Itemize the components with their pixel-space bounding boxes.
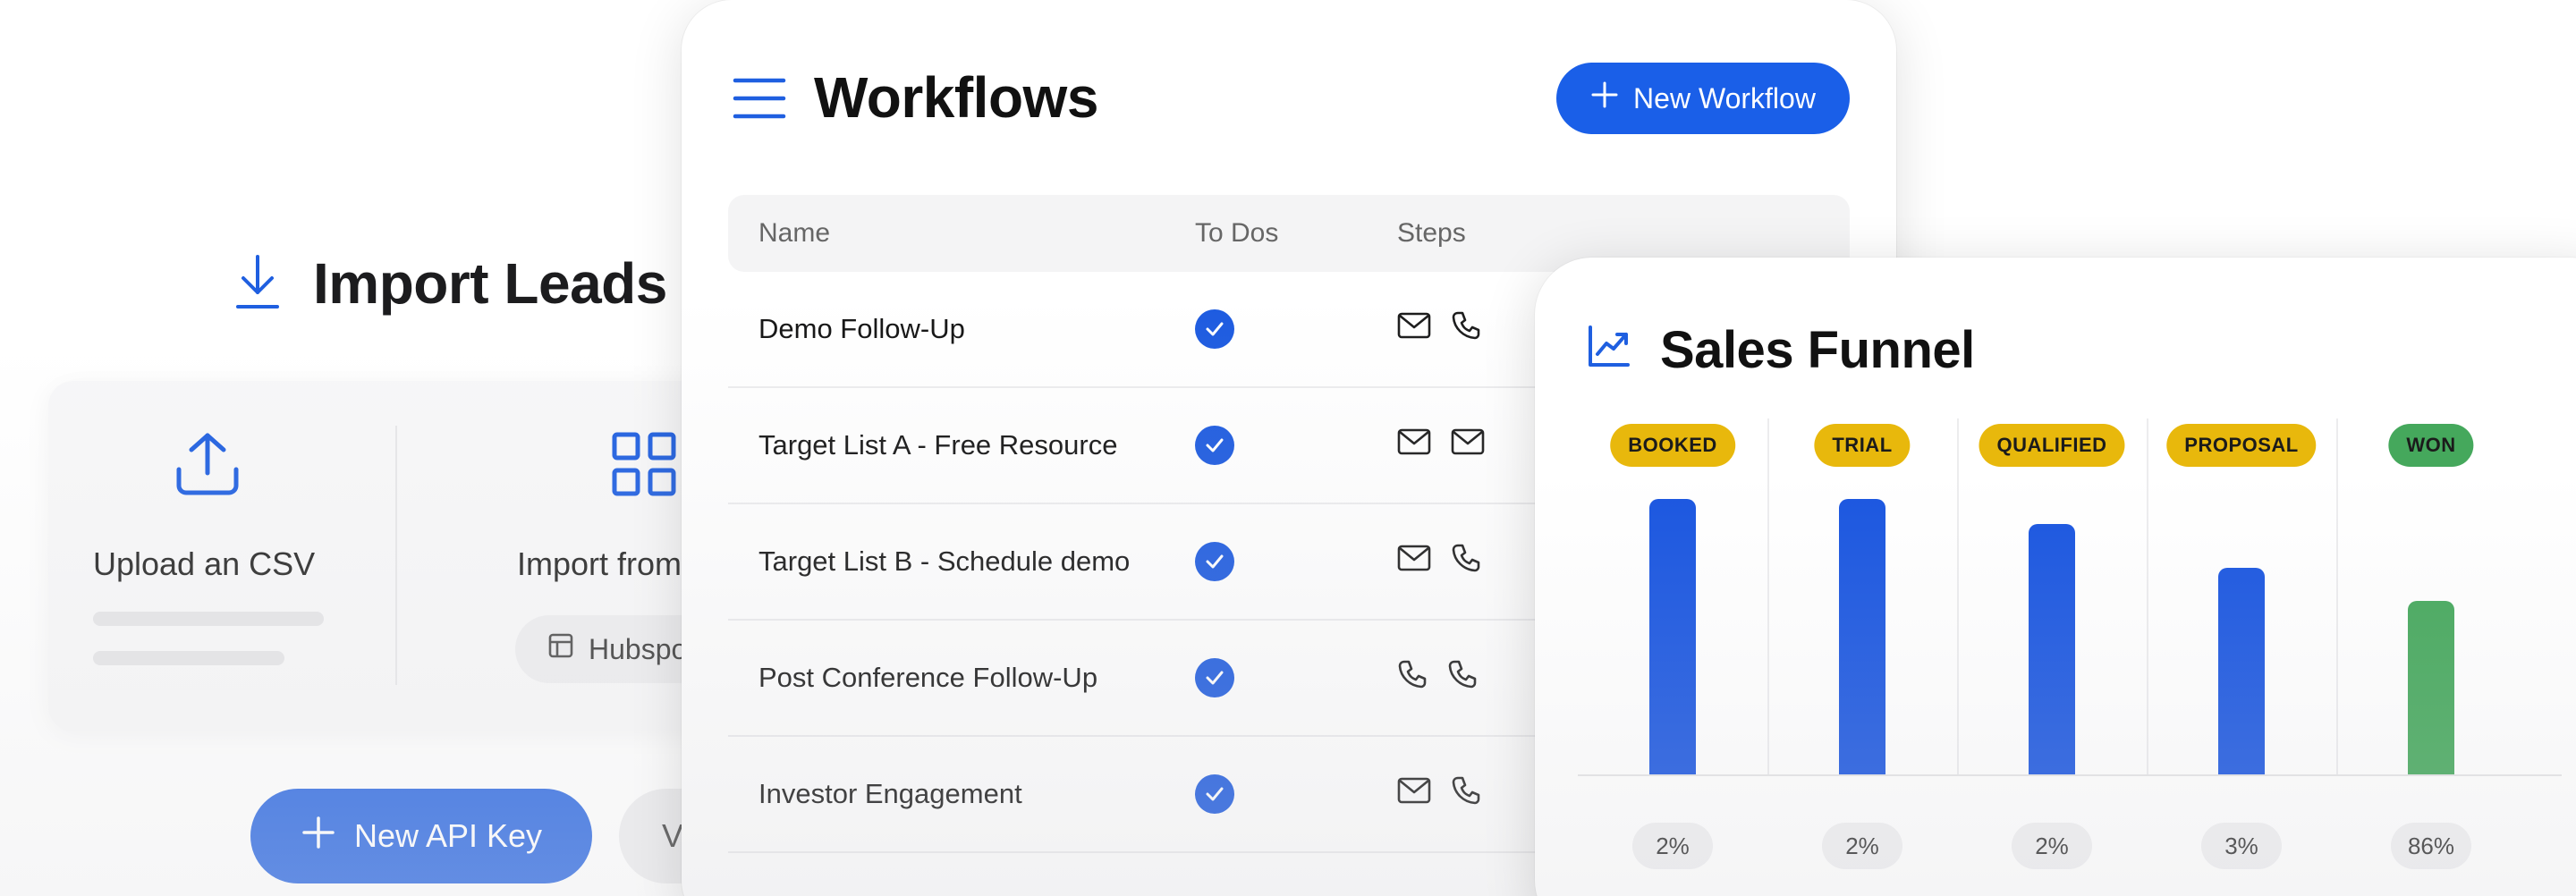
workflows-title: Workflows [814,65,1098,130]
phone-icon [1447,659,1478,697]
import-leads-header: Import Leads [234,250,667,317]
column-header-todos[interactable]: To Dos [1181,218,1395,249]
secondary-button-label: V [662,817,684,854]
crm-select-value: Hubspot [589,632,696,665]
chart-baseline [1578,774,2562,776]
workflow-name: Post Conference Follow-Up [758,662,1098,693]
phone-icon [1451,775,1481,813]
funnel-bar[interactable] [2029,523,2075,774]
new-workflow-button[interactable]: New Workflow [1556,63,1850,134]
todo-cell [1181,309,1395,349]
column-separator [1767,418,1769,774]
check-circle-icon[interactable] [1195,426,1234,465]
column-separator [1957,418,1959,774]
conversion-percent: 86% [2391,823,2471,869]
stage-badge: QUALIFIED [1979,424,2125,467]
workflow-name: Target List A - Free Resource [758,429,1118,461]
marketing-screenshot: Import Leads Upload an CSV Import from C… [0,0,2576,896]
new-workflow-label: New Workflow [1633,81,1816,114]
stage-badge: TRIAL [1814,424,1911,467]
phone-icon [1451,310,1481,348]
workflow-name: Demo Follow-Up [758,313,965,344]
phone-icon [1397,659,1428,697]
upload-icon [174,430,242,503]
column-header-steps[interactable]: Steps [1395,218,1850,249]
stage-badge: BOOKED [1610,424,1735,467]
check-circle-icon[interactable] [1195,658,1234,697]
todo-cell [1181,542,1395,581]
phone-icon [1451,543,1481,580]
import-options-card: Upload an CSV Import from C Hubspot [48,381,782,731]
mail-icon [1451,428,1485,462]
sales-funnel-card: Sales Funnel BOOKED 2% TRIAL 2% QUALIFIED 2% P… [1535,258,2576,896]
new-api-key-button[interactable]: New API Key [250,789,592,883]
import-leads-title: Import Leads [313,251,667,316]
column-separator [2336,418,2338,774]
upload-csv-label: Upload an CSV [93,545,316,582]
upload-csv-option[interactable]: Upload an CSV [48,381,397,731]
funnel-bar[interactable] [2218,568,2265,774]
download-icon [234,253,281,315]
stage-badge: WON [2388,424,2474,467]
conversion-percent: 3% [2201,823,2282,869]
funnel-bar[interactable] [2408,600,2454,774]
todo-cell [1181,426,1395,465]
funnel-chart: BOOKED 2% TRIAL 2% QUALIFIED 2% PROPOSAL 3% WON 8… [1578,418,2562,883]
funnel-bar[interactable] [1839,499,1885,774]
layout-icon [547,632,574,666]
mail-icon [1397,428,1431,462]
mail-icon [1397,545,1431,579]
new-api-key-label: New API Key [353,817,543,854]
check-circle-icon[interactable] [1195,774,1234,814]
todo-cell [1181,774,1395,814]
workflow-name: Target List B - Schedule demo [758,545,1131,577]
workflow-name: Investor Engagement [758,778,1022,809]
todo-cell [1181,658,1395,697]
mail-icon [1397,312,1431,346]
plus-icon [301,815,336,858]
skeleton-line [93,612,324,626]
conversion-percent: 2% [1632,823,1713,869]
trending-up-icon [1587,324,1631,373]
grid-icon [610,430,678,503]
column-separator [2147,418,2148,774]
check-circle-icon[interactable] [1195,542,1234,581]
skeleton-line [93,651,284,665]
stage-badge: PROPOSAL [2166,424,2317,467]
menu-icon[interactable] [732,77,787,124]
plus-icon [1590,80,1619,116]
conversion-percent: 2% [2012,823,2092,869]
sales-funnel-title: Sales Funnel [1660,321,1975,379]
funnel-bar[interactable] [1649,499,1696,774]
column-header-name[interactable]: Name [728,218,1181,249]
mail-icon [1397,777,1431,811]
divider [395,426,397,685]
conversion-percent: 2% [1822,823,1902,869]
check-circle-icon[interactable] [1195,309,1234,349]
